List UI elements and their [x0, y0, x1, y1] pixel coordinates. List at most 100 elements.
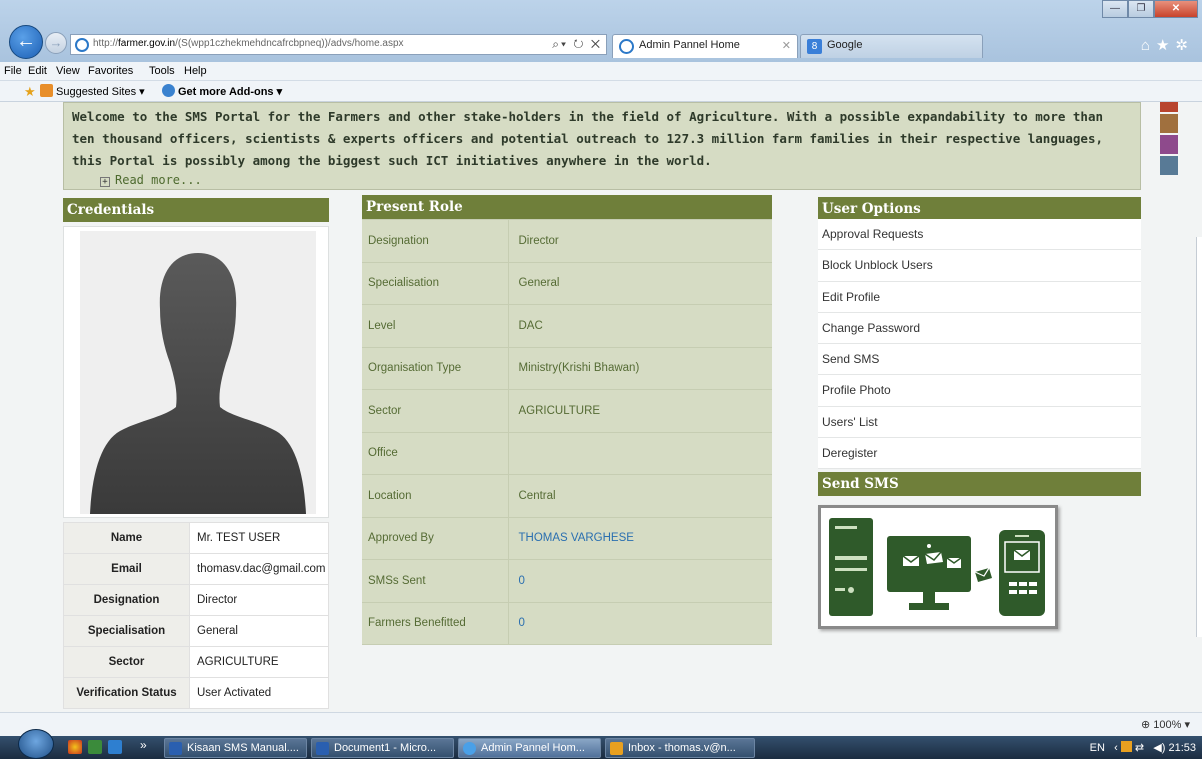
menu-help[interactable]: Help: [184, 65, 207, 77]
role-value-office: [508, 431, 772, 475]
table-row: Designation Director: [63, 584, 329, 616]
tab-google[interactable]: 8 Google: [800, 34, 983, 58]
url-path: /(S(wpp1czhekmehdncafrcbpneq))/advs/home…: [175, 38, 404, 49]
taskbar-label: Kisaan SMS Manual....: [187, 742, 299, 754]
start-button[interactable]: [18, 729, 54, 759]
cred-value-name: Mr. TEST USER: [189, 522, 329, 554]
table-row: Email thomasv.dac@gmail.com: [63, 553, 329, 585]
theme-swatch-brown[interactable]: [1160, 114, 1178, 133]
favorites-star-icon[interactable]: ★: [1156, 37, 1175, 54]
menu-tools[interactable]: Tools: [149, 65, 175, 77]
role-value-level: DAC: [508, 304, 772, 348]
menu-view[interactable]: View: [56, 65, 80, 77]
role-label-smss-sent: SMSs Sent: [362, 559, 509, 603]
language-indicator[interactable]: EN: [1090, 742, 1105, 754]
role-label-specialisation: Specialisation: [362, 261, 509, 305]
option-change-password[interactable]: Change Password: [818, 312, 1141, 345]
address-url[interactable]: http://farmer.gov.in/(S(wpp1czhekmehdnca…: [93, 38, 404, 49]
option-deregister[interactable]: Deregister: [818, 438, 1141, 470]
photo-viewer-icon[interactable]: [108, 740, 122, 754]
menu-favorites[interactable]: Favorites: [88, 65, 133, 77]
word-icon: [316, 742, 329, 755]
suggested-sites-link[interactable]: Suggested Sites ▾: [56, 85, 145, 98]
address-bar[interactable]: http://farmer.gov.in/(S(wpp1czhekmehdnca…: [70, 34, 607, 55]
role-label-farmers-benefitted: Farmers Benefitted: [362, 601, 509, 645]
clock-time[interactable]: 21:53: [1168, 742, 1196, 754]
option-edit-profile[interactable]: Edit Profile: [818, 281, 1141, 313]
quick-launch-chevron-icon[interactable]: »: [140, 738, 147, 752]
taskbar-item-document1[interactable]: Document1 - Micro...: [311, 738, 454, 758]
cred-label-sector: Sector: [63, 646, 190, 678]
table-row: Office: [362, 431, 772, 475]
zoom-icon: ⊕: [1141, 719, 1151, 731]
option-approval-requests[interactable]: Approval Requests: [818, 219, 1141, 251]
option-users-list[interactable]: Users' List: [818, 406, 1141, 439]
taskbar-label: Document1 - Micro...: [334, 742, 437, 754]
get-addons-link[interactable]: Get more Add-ons ▾: [178, 85, 282, 98]
favorites-bar: ★ Suggested Sites ▾ Get more Add-ons ▾: [0, 81, 1202, 102]
zoom-level: 100%: [1153, 719, 1182, 731]
tab-admin-pannel-home[interactable]: Admin Pannel Home ✕: [612, 34, 798, 58]
minimize-icon[interactable]: —: [1102, 0, 1128, 18]
profile-photo-box: [63, 226, 329, 518]
role-value-location: Central: [508, 474, 772, 518]
welcome-banner: Welcome to the SMS Portal for the Farmer…: [63, 102, 1141, 190]
theme-swatch-red[interactable]: [1160, 102, 1178, 112]
maximize-icon[interactable]: ❐: [1128, 0, 1154, 18]
theme-swatch-blue[interactable]: [1160, 156, 1178, 175]
addons-icon: [162, 84, 175, 97]
option-send-sms[interactable]: Send SMS: [818, 344, 1141, 376]
option-block-unblock-users[interactable]: Block Unblock Users: [818, 250, 1141, 282]
cred-label-verification: Verification Status: [63, 677, 190, 709]
menu-bar: File Edit View Favorites Tools Help: [0, 62, 1202, 81]
cred-label-designation: Designation: [63, 584, 190, 616]
cred-label-name: Name: [63, 522, 190, 554]
ie-page-icon: [75, 38, 89, 52]
tray-expand-icon[interactable]: ‹: [1114, 742, 1118, 754]
taskbar-label: Admin Pannel Hom...: [481, 742, 585, 754]
expand-plus-icon: +: [100, 177, 110, 187]
role-label-location: Location: [362, 474, 509, 518]
outlook-tray-icon[interactable]: [1120, 741, 1132, 752]
taskbar-item-kisaan-manual[interactable]: Kisaan SMS Manual....: [164, 738, 307, 758]
taskbar-item-inbox[interactable]: Inbox - thomas.v@n...: [605, 738, 755, 758]
cred-value-sector: AGRICULTURE: [189, 646, 329, 678]
menu-edit[interactable]: Edit: [28, 65, 47, 77]
vertical-scrollbar[interactable]: [1196, 237, 1202, 637]
volume-icon[interactable]: ◀): [1153, 742, 1165, 754]
role-label-office: Office: [362, 431, 509, 475]
role-value-approved-by[interactable]: THOMAS VARGHESE: [508, 516, 772, 560]
table-row: Sector AGRICULTURE: [63, 646, 329, 678]
close-tab-icon[interactable]: ✕: [782, 39, 791, 52]
credentials-table: Name Mr. TEST USER Email thomasv.dac@gmail…: [63, 522, 329, 709]
url-domain: farmer.gov.in: [118, 38, 176, 49]
theme-swatch-purple[interactable]: [1160, 135, 1178, 154]
settings-gear-icon[interactable]: ✲: [1175, 37, 1194, 54]
outlook-icon: [610, 742, 623, 755]
table-row: Specialisation General: [63, 615, 329, 647]
read-more-link[interactable]: + Read more...: [100, 173, 202, 187]
table-row: Approved By THOMAS VARGHESE: [362, 516, 772, 560]
address-controls[interactable]: ⌕▾ ↻ ✕: [552, 37, 602, 52]
favorites-star-icon[interactable]: ★: [24, 84, 36, 100]
close-window-icon[interactable]: ✕: [1154, 0, 1198, 18]
browser-titlebar: — ❐ ✕ ← → http://farmer.gov.in/(S(wpp1cz…: [0, 0, 1202, 62]
desktop-icon[interactable]: [88, 740, 102, 754]
taskbar-item-admin-pannel[interactable]: Admin Pannel Hom...: [458, 738, 601, 758]
send-sms-illustration[interactable]: [818, 505, 1058, 629]
chrome-icon[interactable]: [68, 740, 82, 754]
menu-file[interactable]: File: [4, 65, 22, 77]
home-icon[interactable]: ⌂: [1141, 37, 1156, 54]
role-label-sector: Sector: [362, 389, 509, 433]
cred-value-email: thomasv.dac@gmail.com: [189, 553, 329, 585]
table-row: Location Central: [362, 474, 772, 518]
back-button[interactable]: ←: [9, 25, 43, 59]
zoom-control[interactable]: ⊕ 100% ▾: [1141, 718, 1190, 731]
option-profile-photo[interactable]: Profile Photo: [818, 375, 1141, 407]
forward-button[interactable]: →: [45, 32, 67, 54]
page-viewport: Welcome to the SMS Portal for the Farmer…: [0, 102, 1202, 712]
role-value-smss-sent[interactable]: 0: [508, 559, 772, 603]
network-sync-icon[interactable]: ⇄: [1135, 742, 1144, 754]
sms-devices-icon: [829, 518, 1045, 616]
role-value-farmers-benefitted[interactable]: 0: [508, 601, 772, 645]
